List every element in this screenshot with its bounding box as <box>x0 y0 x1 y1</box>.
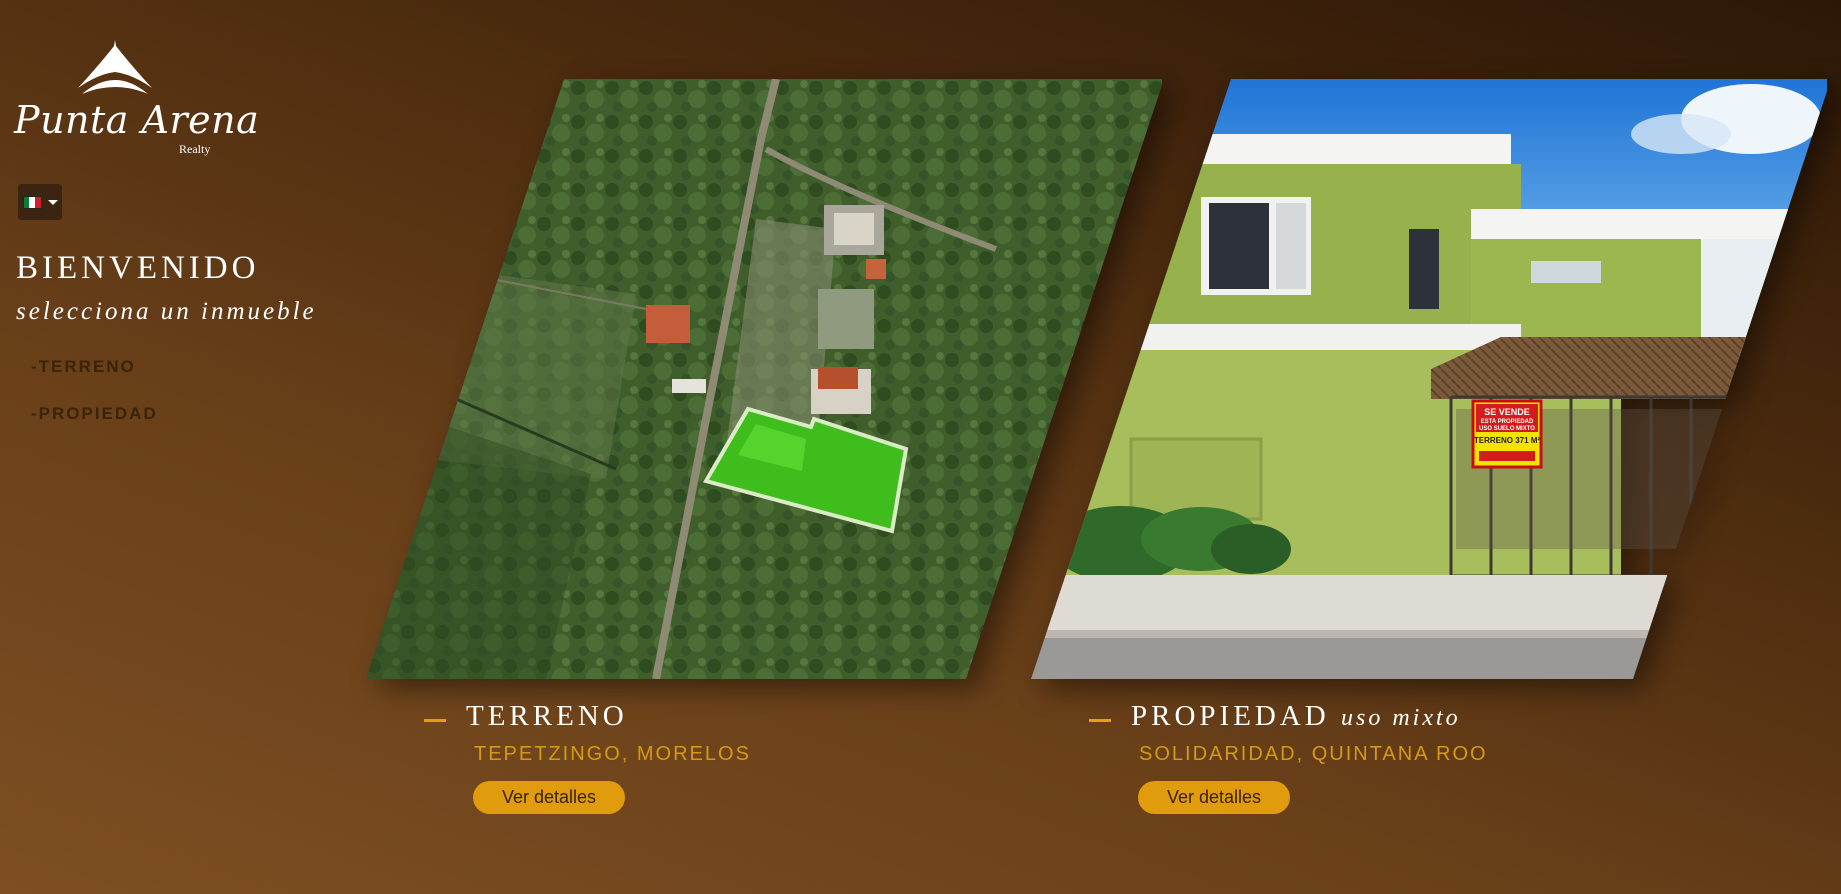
card-terreno-title-text: TERRENO <box>466 700 628 732</box>
language-selector[interactable] <box>18 184 62 220</box>
sign-line-2: ESTA PROPIEDAD <box>1481 419 1534 425</box>
welcome-subtitle: selecciona un inmueble <box>16 298 317 325</box>
card-propiedad-title-text: PROPIEDAD <box>1131 700 1330 732</box>
mexico-flag-icon <box>22 195 42 209</box>
building-photo: SE VENDE ESTA PROPIEDAD USO SUELO MIXTO … <box>1031 79 1827 679</box>
card-propiedad-title-em: uso mixto <box>1341 705 1461 731</box>
card-propiedad-location: SOLIDARIDAD, QUINTANA ROO <box>1139 743 1488 765</box>
logo-emblem-icon <box>78 40 152 94</box>
card-terreno-title: TERRENO <box>466 700 628 733</box>
sign-line-4: TERRENO 371 M² <box>1474 436 1541 445</box>
dash-icon <box>1089 719 1111 722</box>
dash-icon <box>424 719 446 722</box>
caret-down-icon <box>47 199 58 205</box>
propiedad-details-button[interactable]: Ver detalles <box>1138 781 1290 814</box>
sign-line-1: SE VENDE <box>1484 407 1530 417</box>
menu-item-propiedad[interactable]: -PROPIEDAD <box>31 404 158 424</box>
welcome-title: BIENVENIDO <box>16 250 260 286</box>
sign-line-3: USO SUELO MIXTO <box>1479 426 1535 432</box>
card-propiedad-title: PROPIEDAD uso mixto <box>1131 700 1461 733</box>
brand-logo[interactable]: Punta Arena Realty <box>14 36 259 162</box>
menu-item-terreno[interactable]: -TERRENO <box>31 357 136 377</box>
card-terreno-location: TEPETZINGO, MORELOS <box>474 743 751 765</box>
brand-name: Punta Arena <box>14 98 260 142</box>
terreno-details-button[interactable]: Ver detalles <box>473 781 625 814</box>
card-propiedad-image[interactable]: SE VENDE ESTA PROPIEDAD USO SUELO MIXTO … <box>1031 79 1827 679</box>
brand-sub: Realty <box>179 142 211 156</box>
